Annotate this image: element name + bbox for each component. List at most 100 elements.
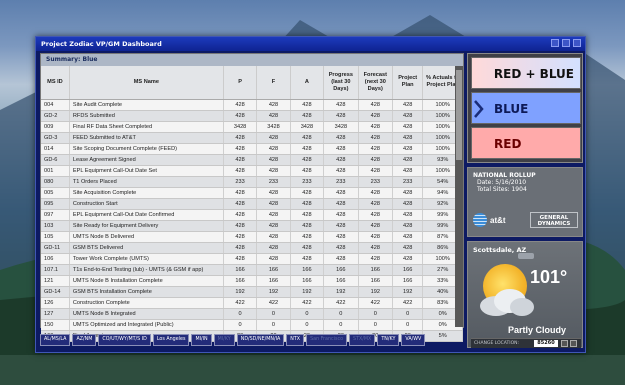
ms-name-cell: UMTS Node B Installation Complete [69, 275, 224, 287]
ms-name-cell: EPL Equipment Call-Out Date Set [69, 165, 224, 177]
region-tab[interactable]: CO/UT/WY/MT/S ID [98, 334, 151, 346]
column-header[interactable]: A [290, 66, 325, 100]
zip-go-button[interactable] [561, 340, 568, 347]
table-row[interactable]: 127 UMTS Node B Integrated 0 0 0 0 0 0 0% [41, 308, 463, 320]
value-cell: 428 [358, 143, 394, 155]
value-cell: 422 [223, 297, 258, 309]
value-cell: 422 [392, 297, 424, 309]
value-cell: 428 [358, 242, 394, 254]
summary-label: Summary: Blue [41, 54, 463, 66]
view-option-label: RED + BLUE [493, 67, 574, 81]
region-tab[interactable]: AZ/NM [72, 334, 97, 346]
column-header[interactable]: Progress (last 30 Days) [323, 66, 359, 100]
ms-id-cell: 001 [41, 165, 70, 177]
value-cell: 428 [290, 132, 325, 144]
ms-name-cell: T1 Orders Placed [69, 176, 224, 188]
value-cell: 166 [358, 264, 394, 276]
table-row[interactable]: 009 Final RF Data Sheet Completed 3428 3428… [41, 121, 463, 133]
value-cell: 428 [256, 154, 291, 166]
region-tab[interactable]: AL/MS/LA [40, 334, 71, 346]
region-tab[interactable]: VA/WV [401, 334, 426, 346]
ms-name-cell: GSM BTS Delivered [69, 242, 224, 254]
table-row[interactable]: GD-3 FEED Submitted to AT&T 428 428 428 428 42… [41, 132, 463, 144]
view-selector-panel: RED + BLUE BLUE RED [467, 53, 583, 163]
column-header[interactable]: Project Plan [392, 66, 424, 100]
table-row[interactable]: 121 UMTS Node B Installation Complete 166 1… [41, 275, 463, 287]
value-cell: 428 [256, 99, 291, 111]
table-row[interactable]: 150 UMTS Optimized and Integrated (Public… [41, 319, 463, 331]
expand-handle-icon[interactable] [518, 253, 534, 259]
table-row[interactable]: GD-14 GSM BTS Installation Complete 192 192… [41, 286, 463, 298]
value-cell: 428 [256, 143, 291, 155]
region-tab[interactable]: MI/IN [191, 334, 212, 346]
value-cell: 192 [256, 286, 291, 298]
region-tab[interactable]: ND/SD/NE/MN/IA [236, 334, 285, 346]
minimize-button[interactable] [551, 39, 559, 47]
value-cell: 428 [290, 187, 325, 199]
value-cell: 0 [256, 319, 291, 331]
view-option-blue[interactable]: BLUE [471, 92, 581, 124]
scrollbar-thumb[interactable] [456, 70, 462, 160]
value-cell: 428 [358, 220, 394, 232]
zip-input[interactable]: 85260 [534, 340, 558, 347]
table-row[interactable]: 080 T1 Orders Placed 233 233 233 233 233 233 54% [41, 176, 463, 188]
region-tab[interactable]: TN/KY [377, 334, 400, 346]
value-cell: 428 [223, 110, 258, 122]
general-dynamics-logo: GENERAL DYNAMICS [530, 212, 578, 228]
table-row[interactable]: 103 Site Ready for Equipment Delivery 428 4… [41, 220, 463, 232]
column-header[interactable]: MS ID [41, 66, 70, 100]
value-cell: 428 [392, 121, 424, 133]
region-tab[interactable]: STX/MX [349, 334, 376, 346]
weather-condition: Partly Cloudy [508, 325, 567, 335]
value-cell: 428 [256, 198, 291, 210]
table-row[interactable]: 097 EPL Equipment Call-Out Date Confirmed… [41, 209, 463, 221]
column-header[interactable]: Forecast (next 30 Days) [358, 66, 394, 100]
table-row[interactable]: 001 EPL Equipment Call-Out Date Set 428 428… [41, 165, 463, 177]
region-tab[interactable]: Los Angeles [152, 334, 190, 346]
region-tab[interactable]: San Francisco [306, 334, 348, 346]
value-cell: 428 [290, 220, 325, 232]
table-row[interactable]: 106 Tower Work Complete (UMTS) 428 428 428 42… [41, 253, 463, 265]
value-cell: 428 [323, 220, 359, 232]
view-option-label: BLUE [494, 102, 529, 116]
table-row[interactable]: 004 Site Audit Complete 428 428 428 428 428 428… [41, 99, 463, 111]
table-row[interactable]: 095 Construction Start 428 428 428 428 428 428 9… [41, 198, 463, 210]
table-header-row: MS ID MS Name P F A Progress (last 30 Days) Fo… [41, 66, 463, 100]
table-row[interactable]: GD-2 RFDS Submitted 428 428 428 428 428 428 100% [41, 110, 463, 122]
maximize-button[interactable] [562, 39, 570, 47]
table-row[interactable]: GD-6 Lease Agreement Signed 428 428 428 428 42… [41, 154, 463, 166]
value-cell: 428 [223, 198, 258, 210]
view-option-red[interactable]: RED [471, 127, 581, 159]
column-header[interactable]: P [223, 66, 258, 100]
value-cell: 166 [290, 264, 325, 276]
close-button[interactable] [573, 39, 581, 47]
view-option-red-blue[interactable]: RED + BLUE [471, 57, 581, 89]
table-row[interactable]: 105 UMTS Node B Delivered 428 428 428 428 428 4… [41, 231, 463, 243]
column-header[interactable]: MS Name [69, 66, 224, 100]
ms-name-cell: Lease Agreement Signed [69, 154, 224, 166]
ms-id-cell: GD-3 [41, 132, 70, 144]
region-tab[interactable]: MI/KY [213, 334, 235, 346]
ms-name-cell: T1s End-to-End Testing (lub) - UMTS (& G… [69, 264, 224, 276]
table-row[interactable]: 126 Construction Complete 422 422 422 422 422 4… [41, 297, 463, 309]
table-row[interactable]: 107.1 T1s End-to-End Testing (lub) - UMTS… [41, 264, 463, 276]
region-tab[interactable]: NTX [286, 334, 305, 346]
milestone-panel: Summary: Blue MS ID MS Name P F A Progress (l… [40, 53, 464, 342]
value-cell: 233 [358, 176, 394, 188]
table-row[interactable]: 014 Site Scoping Document Complete (FEED)… [41, 143, 463, 155]
ms-id-cell: GD-11 [41, 242, 70, 254]
value-cell: 166 [392, 264, 424, 276]
table-row[interactable]: 005 Site Acquisition Complete 428 428 428 428… [41, 187, 463, 199]
value-cell: 428 [290, 143, 325, 155]
column-header[interactable]: F [256, 66, 291, 100]
value-cell: 428 [392, 165, 424, 177]
value-cell: 428 [223, 165, 258, 177]
ms-name-cell: FEED Submitted to AT&T [69, 132, 224, 144]
value-cell: 0 [323, 308, 359, 320]
value-cell: 428 [358, 253, 394, 265]
ms-name-cell: UMTS Optimized and Integrated (Public) [69, 319, 224, 331]
ms-name-cell: Site Scoping Document Complete (FEED) [69, 143, 224, 155]
vertical-scrollbar[interactable] [455, 66, 463, 327]
table-row[interactable]: GD-11 GSM BTS Delivered 428 428 428 428 428 428… [41, 242, 463, 254]
zip-options-button[interactable] [570, 340, 577, 347]
